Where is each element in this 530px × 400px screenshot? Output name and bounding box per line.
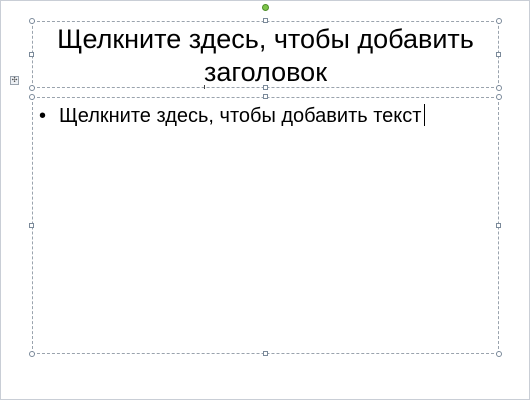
body-resize-handle-bc[interactable] (263, 351, 268, 356)
title-resize-handle-br[interactable] (496, 85, 502, 91)
body-placeholder-text[interactable]: Щелкните здесь, чтобы добавить текст (59, 105, 421, 127)
body-bullet-line[interactable]: • Щелкните здесь, чтобы добавить текст (39, 104, 426, 128)
body-resize-handle-mr[interactable] (496, 223, 501, 228)
title-resize-handle-mr[interactable] (496, 52, 501, 57)
body-resize-handle-bl[interactable] (29, 351, 35, 357)
body-resize-handle-br[interactable] (496, 351, 502, 357)
body-placeholder[interactable]: • Щелкните здесь, чтобы добавить текст (32, 97, 499, 354)
title-resize-handle-bl[interactable] (29, 85, 35, 91)
title-resize-handle-tl[interactable] (29, 18, 35, 24)
rotate-handle-icon[interactable] (262, 4, 269, 11)
text-caret (424, 104, 426, 126)
body-resize-handle-ml[interactable] (29, 223, 34, 228)
title-resize-handle-tc[interactable] (263, 18, 268, 23)
title-placeholder[interactable]: Щелкните здесь, чтобы добавить заголовок (32, 21, 499, 88)
title-resize-handle-bc[interactable] (263, 85, 268, 90)
body-resize-handle-tc[interactable] (263, 94, 268, 99)
bullet-icon: • (39, 105, 47, 127)
body-resize-handle-tr[interactable] (496, 94, 502, 100)
text-cursor-mark (204, 85, 205, 89)
body-resize-handle-tl[interactable] (29, 94, 35, 100)
title-placeholder-text[interactable]: Щелкните здесь, чтобы добавить заголовок (33, 23, 498, 89)
title-resize-handle-tr[interactable] (496, 18, 502, 24)
title-resize-handle-ml[interactable] (29, 52, 34, 57)
move-handle-icon[interactable]: ✣ (10, 76, 19, 85)
